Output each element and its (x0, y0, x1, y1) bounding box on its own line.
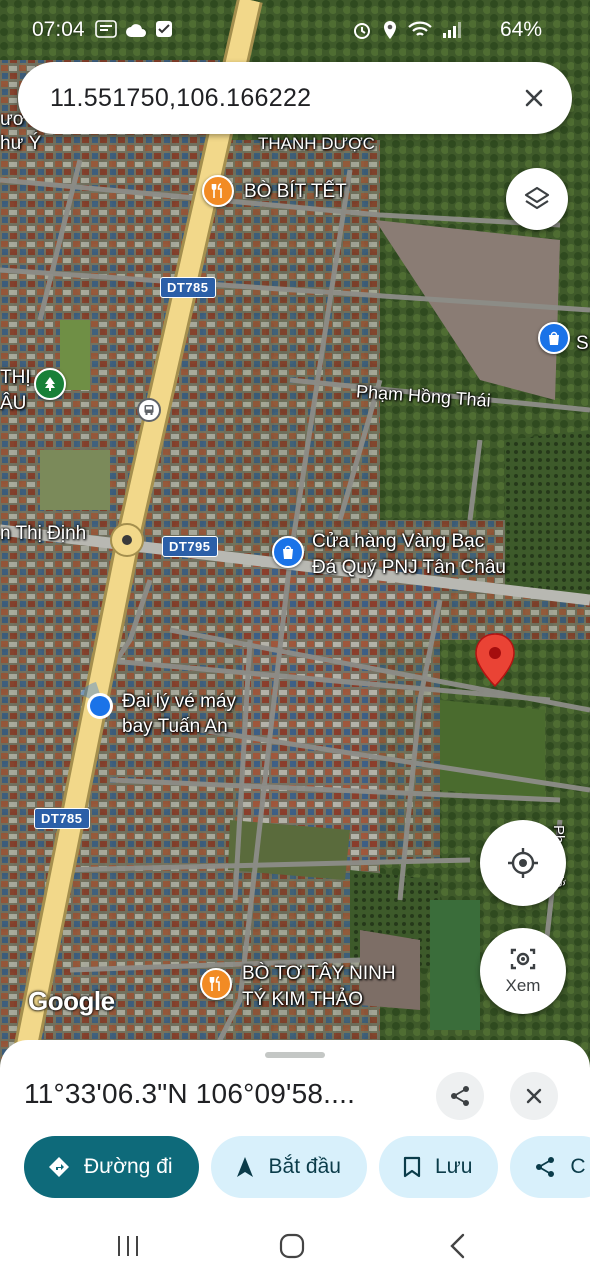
start-navigation-button[interactable]: Bắt đầu (210, 1136, 367, 1198)
location-icon (382, 20, 398, 46)
drag-handle[interactable] (265, 1052, 325, 1058)
search-bar[interactable]: 11.551750,106.166222 (18, 62, 572, 134)
layers-icon (524, 186, 550, 210)
dropped-pin-icon[interactable] (474, 632, 516, 695)
directions-button[interactable]: Đường đi (24, 1136, 199, 1198)
my-location-button[interactable] (480, 820, 566, 906)
place-label-bo-to[interactable]: TÝ KIM THẢO (242, 988, 363, 1011)
status-bar: 07:04 64% (0, 0, 590, 58)
close-icon (526, 1088, 542, 1104)
shopping-pin-icon[interactable] (538, 322, 570, 354)
share-button[interactable] (436, 1072, 484, 1120)
street-label-thi-dinh: n Thị Định (0, 523, 87, 544)
battery-level: 64% (499, 18, 542, 41)
back-button[interactable] (438, 1228, 478, 1264)
clear-search-button[interactable] (516, 80, 552, 116)
bookmark-icon (403, 1156, 421, 1178)
restaurant-pin-icon[interactable] (200, 968, 232, 1000)
search-query[interactable]: 11.551750,106.166222 (50, 84, 311, 113)
close-sheet-button[interactable] (510, 1072, 558, 1120)
wifi-icon (408, 21, 432, 45)
navigation-arrow-icon (236, 1157, 253, 1177)
place-label-ticket-agency[interactable]: Đại lý vé máy (122, 690, 236, 713)
share-icon (536, 1157, 555, 1177)
park-pin-icon[interactable] (34, 368, 66, 400)
bus-stop-icon[interactable] (137, 398, 161, 422)
google-logo: Google (28, 986, 115, 1016)
home-button[interactable] (272, 1228, 312, 1264)
place-label-edge: ÂU (0, 393, 27, 414)
share-chip-label: C (570, 1155, 586, 1178)
start-label: Bắt đầu (268, 1155, 341, 1178)
system-navigation-bar (0, 1210, 590, 1280)
alarm-icon (352, 20, 372, 46)
place-label-pnj[interactable]: Đá Quý PNJ Tân Châu (312, 556, 506, 579)
directions-icon (49, 1157, 69, 1177)
jewelry-store-pin-icon[interactable] (272, 536, 304, 568)
checkbox-icon (155, 20, 173, 44)
place-label-thanh-duoc[interactable]: THANH DƯỢC (258, 132, 375, 155)
directions-label: Đường đi (84, 1155, 173, 1178)
road-shield-dt795: DT795 (162, 536, 218, 557)
home-icon (279, 1233, 305, 1259)
layers-button[interactable] (506, 168, 568, 230)
close-icon (525, 89, 543, 107)
signal-icon (442, 21, 462, 45)
camera-lens-icon (510, 948, 536, 970)
action-chips: Đường đi Bắt đầu Lưu C (24, 1136, 590, 1198)
notification-icon (95, 20, 117, 44)
place-label-pnj[interactable]: Cửa hàng Vàng Bạc (312, 530, 484, 553)
crosshair-icon (508, 848, 538, 878)
road-shield-dt785: DT785 (34, 808, 90, 829)
save-button[interactable]: Lưu (378, 1136, 499, 1198)
back-icon (450, 1233, 465, 1259)
place-details-sheet[interactable]: 11°33'06.3"N 106°09'58.... Đường đi Bắt … (0, 1040, 590, 1210)
share-chip-button[interactable]: C (510, 1136, 590, 1198)
coordinates-title: 11°33'06.3"N 106°09'58.... (24, 1078, 356, 1109)
share-icon (451, 1086, 469, 1106)
map-view[interactable]: DT785 DT795 DT785 THANH DƯỢC ươ hư Ý BÒ … (0, 0, 590, 1080)
place-label-bo-bit-tet[interactable]: BÒ BÍT TẾT (244, 180, 347, 203)
restaurant-pin-icon[interactable] (202, 175, 234, 207)
place-label-edge: THỊ (0, 367, 31, 388)
place-label-ticket-agency[interactable]: bay Tuấn An (122, 715, 228, 738)
lens-view-label: Xem (505, 976, 541, 995)
recent-apps-button[interactable] (108, 1228, 148, 1264)
place-label-edge: S (576, 333, 589, 354)
place-label-bo-to[interactable]: BÒ TƠ TÂY NINH (242, 962, 396, 985)
lens-view-button[interactable]: Xem (480, 928, 566, 1014)
road-shield-dt785: DT785 (160, 277, 216, 298)
save-label: Lưu (434, 1155, 473, 1178)
place-label-edge: hư Ý (0, 133, 42, 154)
recent-apps-icon (118, 1236, 138, 1256)
cloud-icon (125, 20, 147, 44)
status-time: 07:04 (32, 18, 85, 41)
